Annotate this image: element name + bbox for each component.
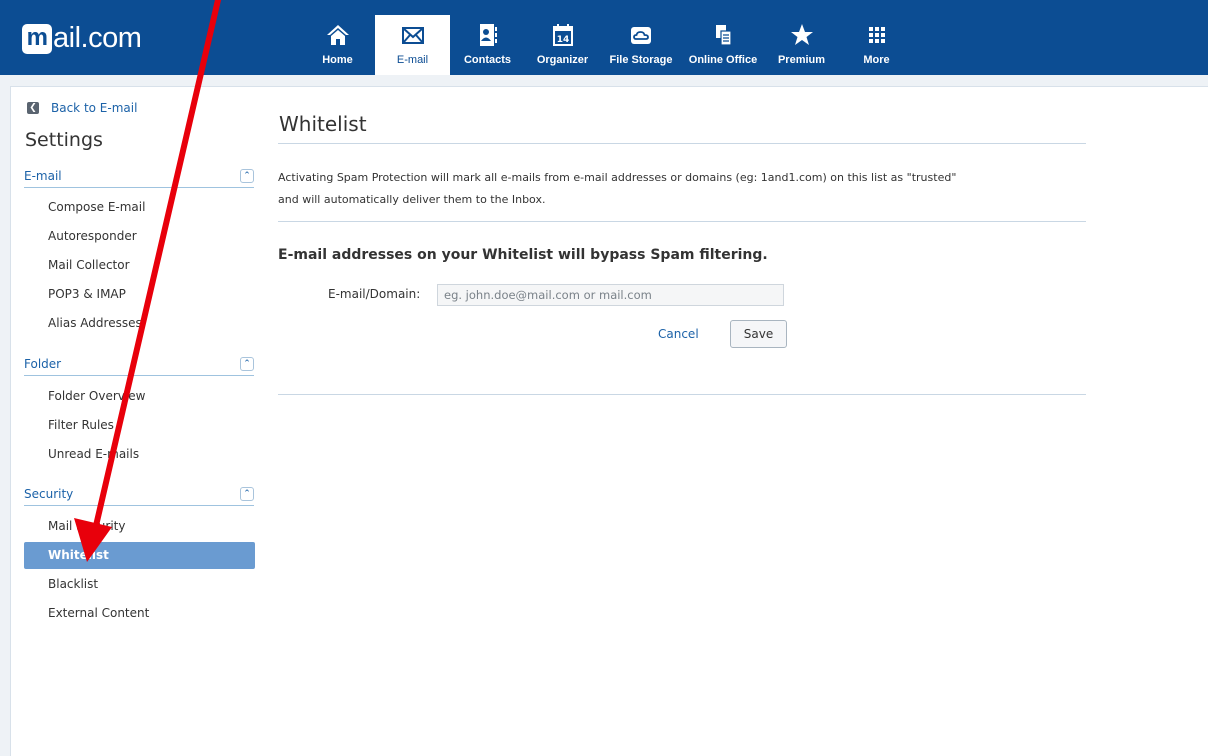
- form-divider: [278, 394, 1086, 395]
- sidebar-item-whitelist[interactable]: Whitelist: [24, 542, 255, 569]
- nav-contacts[interactable]: Contacts: [450, 15, 525, 75]
- envelope-icon: [401, 27, 424, 44]
- main-nav: Home E-mail Contacts 14 Organizer File S…: [300, 15, 914, 75]
- nav-premium-label: Premium: [777, 54, 826, 66]
- section-email-title: E-mail: [24, 169, 62, 183]
- nav-contacts-label: Contacts: [463, 54, 512, 66]
- email-domain-input[interactable]: [437, 284, 784, 306]
- sidebar-item-autoresponder[interactable]: Autoresponder: [24, 223, 255, 250]
- description-divider: [278, 221, 1086, 222]
- section-folder-title: Folder: [24, 357, 62, 371]
- nav-organizer[interactable]: 14 Organizer: [525, 15, 600, 75]
- sidebar-item-unread-emails[interactable]: Unread E-mails: [24, 441, 255, 468]
- nav-home-label: Home: [322, 54, 353, 66]
- home-icon: [326, 25, 349, 45]
- top-navigation-bar: m ail.com Home E-mail Contacts 14 Organiz…: [0, 0, 1208, 75]
- whitelist-description: Activating Spam Protection will mark all…: [278, 167, 1098, 211]
- main-content: Whitelist Activating Spam Protection wil…: [265, 86, 1208, 756]
- nav-more[interactable]: More: [839, 15, 914, 75]
- grid-icon: [868, 27, 885, 43]
- description-line-2: and will automatically deliver them to t…: [278, 193, 546, 206]
- section-email-header: E-mail ⌃: [24, 167, 254, 188]
- chevron-left-icon: ❮: [27, 102, 39, 114]
- sidebar-item-alias-addresses[interactable]: Alias Addresses: [24, 310, 255, 337]
- nav-file-storage[interactable]: File Storage: [600, 15, 682, 75]
- page-title: Whitelist: [279, 112, 367, 136]
- sidebar-item-blacklist[interactable]: Blacklist: [24, 571, 255, 598]
- nav-online-office[interactable]: Online Office: [682, 15, 764, 75]
- nav-home[interactable]: Home: [300, 15, 375, 75]
- sidebar-item-compose-email[interactable]: Compose E-mail: [24, 194, 255, 221]
- settings-sidebar: ❮ Back to E-mail Settings E-mail ⌃ Compo…: [10, 86, 266, 756]
- section-folder-header: Folder ⌃: [24, 355, 254, 376]
- sidebar-item-folder-overview[interactable]: Folder Overview: [24, 383, 255, 410]
- settings-title: Settings: [25, 129, 103, 151]
- section-security-title: Security: [24, 487, 74, 501]
- sidebar-item-external-content[interactable]: External Content: [24, 600, 255, 627]
- calendar-icon: 14: [552, 24, 573, 46]
- sidebar-item-pop3-imap[interactable]: POP3 & IMAP: [24, 281, 255, 308]
- section-security-header: Security ⌃: [24, 485, 254, 506]
- nav-email-label: E-mail: [396, 54, 429, 66]
- email-domain-label: E-mail/Domain:: [328, 287, 421, 301]
- star-icon: [790, 24, 813, 45]
- back-to-email-label: Back to E-mail: [51, 101, 138, 115]
- nav-email[interactable]: E-mail: [375, 15, 450, 75]
- cloud-icon: [631, 27, 651, 44]
- back-to-email-link[interactable]: ❮ Back to E-mail: [27, 101, 137, 115]
- nav-premium[interactable]: Premium: [764, 15, 839, 75]
- sidebar-item-mail-security[interactable]: Mail Security: [24, 513, 255, 540]
- documents-icon: [716, 25, 732, 46]
- mail-com-logo[interactable]: m ail.com: [22, 22, 142, 55]
- title-divider: [278, 143, 1086, 144]
- sidebar-item-filter-rules[interactable]: Filter Rules: [24, 412, 255, 439]
- logo-text: ail.com: [53, 22, 142, 54]
- nav-file-storage-label: File Storage: [609, 54, 673, 66]
- contacts-icon: [479, 24, 497, 46]
- nav-organizer-label: Organizer: [536, 54, 589, 66]
- description-line-1: Activating Spam Protection will mark all…: [278, 171, 957, 184]
- collapse-email-icon[interactable]: ⌃: [240, 169, 254, 183]
- collapse-folder-icon[interactable]: ⌃: [240, 357, 254, 371]
- cancel-link[interactable]: Cancel: [658, 327, 699, 341]
- save-button[interactable]: Save: [730, 320, 787, 348]
- nav-more-label: More: [863, 54, 890, 66]
- calendar-icon-date: 14: [556, 35, 569, 45]
- collapse-security-icon[interactable]: ⌃: [240, 487, 254, 501]
- logo-m-badge: m: [22, 23, 52, 54]
- nav-online-office-label: Online Office: [688, 54, 758, 66]
- bypass-heading: E-mail addresses on your Whitelist will …: [278, 247, 768, 263]
- sidebar-item-mail-collector[interactable]: Mail Collector: [24, 252, 255, 279]
